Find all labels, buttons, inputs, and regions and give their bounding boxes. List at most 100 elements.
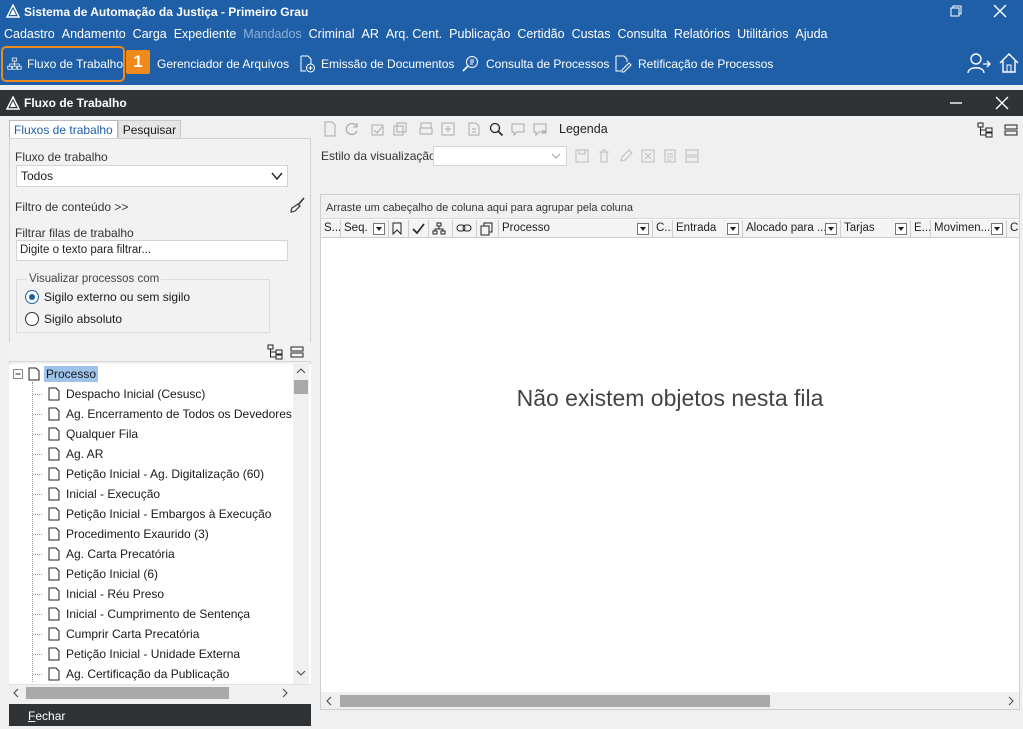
fechar-button[interactable]: Fechar [9, 704, 311, 726]
layout-icon[interactable] [681, 146, 703, 166]
delete-icon[interactable] [593, 146, 615, 166]
tab-pesquisar[interactable]: Pesquisar [117, 120, 182, 138]
legenda-button[interactable]: Legenda [559, 122, 608, 136]
scroll-up-icon[interactable] [296, 368, 306, 374]
tree-node-processo[interactable]: Processo [28, 364, 99, 384]
export-icon[interactable] [437, 119, 459, 139]
column-filter-dropdown[interactable] [895, 223, 907, 235]
tree-item[interactable]: Inicial - Cumprimento de Sentença [48, 604, 250, 624]
collapse-tree-icon[interactable] [1004, 123, 1018, 137]
tree-item[interactable]: Qualquer Fila [48, 424, 138, 444]
column-header-tarjas[interactable]: Tarjas [841, 220, 911, 238]
column-header-movimento[interactable]: Movimen... [931, 220, 1007, 238]
scroll-right-icon[interactable] [282, 688, 288, 698]
comment-icon[interactable] [507, 119, 529, 139]
tree-horizontal-scrollbar[interactable] [9, 684, 311, 700]
scroll-down-icon[interactable] [296, 670, 306, 676]
filtro-conteudo-link[interactable]: Filtro de conteúdo >> [15, 200, 128, 214]
estilo-visualizacao-select[interactable] [433, 146, 567, 166]
menu-criminal[interactable]: Criminal [309, 27, 355, 41]
tree-item[interactable]: Despacho Inicial (Cesusc) [48, 384, 205, 404]
column-header-processo[interactable]: Processo [499, 220, 653, 238]
tree-item[interactable]: Inicial - Réu Preso [48, 584, 164, 604]
remove-comment-icon[interactable] [529, 119, 551, 139]
menu-custas[interactable]: Custas [572, 27, 611, 41]
restore-window-button[interactable] [933, 0, 979, 22]
column-header-bookmark[interactable] [389, 220, 409, 238]
column-header-c[interactable]: C... [653, 220, 673, 238]
filtrar-filas-input[interactable]: Digite o texto para filtrar... [16, 240, 288, 261]
tree-item[interactable]: Procedimento Exaurido (3) [48, 524, 209, 544]
column-header-alocado[interactable]: Alocado para ... [743, 220, 841, 238]
column-filter-dropdown[interactable] [991, 223, 1003, 235]
tree-item[interactable]: Ag. Certificação da Publicação [48, 664, 229, 684]
fluxo-select[interactable]: Todos [16, 165, 288, 187]
user-switch-icon[interactable] [967, 52, 991, 74]
column-header-workflow[interactable] [429, 220, 453, 238]
menu-expediente[interactable]: Expediente [174, 27, 237, 41]
tree-item[interactable]: Petição Inicial (6) [48, 564, 158, 584]
menu-andamento[interactable]: Andamento [62, 27, 126, 41]
print-icon[interactable] [415, 119, 437, 139]
column-filter-dropdown[interactable] [373, 223, 385, 235]
menu-consulta[interactable]: Consulta [617, 27, 666, 41]
tree-vertical-scrollbar[interactable] [293, 364, 309, 684]
close-window-button[interactable] [977, 0, 1023, 22]
menu-arq-cent[interactable]: Arq. Cent. [386, 27, 442, 41]
column-header-e[interactable]: E... [911, 220, 931, 238]
menu-cadastro[interactable]: Cadastro [4, 27, 55, 41]
column-header-entrada[interactable]: Entrada [673, 220, 743, 238]
scroll-thumb[interactable] [294, 380, 308, 394]
menu-utilitarios[interactable]: Utilitários [737, 27, 788, 41]
fluxo-de-trabalho-button[interactable]: Fluxo de Trabalho [1, 46, 125, 82]
expand-tree-icon[interactable] [267, 344, 283, 360]
menu-publicacao[interactable]: Publicação [449, 27, 510, 41]
tree-item[interactable]: Ag. Encerramento de Todos os Devedores ( [48, 404, 299, 424]
refresh-icon[interactable] [341, 119, 363, 139]
history-icon[interactable] [463, 119, 485, 139]
pencil-icon[interactable] [615, 146, 637, 166]
menu-ar[interactable]: AR [362, 27, 379, 41]
menu-certidao[interactable]: Certidão [517, 27, 564, 41]
tree-item[interactable]: Inicial - Execução [48, 484, 160, 504]
scroll-thumb[interactable] [340, 695, 770, 707]
radio-sigilo-absoluto[interactable]: Sigilo absoluto [25, 312, 122, 326]
report-icon[interactable] [659, 146, 681, 166]
grid-horizontal-scrollbar[interactable] [321, 692, 1019, 709]
copy-icon[interactable] [389, 119, 411, 139]
tree-item[interactable]: Petição Inicial - Unidade Externa [48, 644, 240, 664]
column-header-seq[interactable]: Seq. [341, 220, 389, 238]
tree-item[interactable]: Petição Inicial - Ag. Digitalização (60) [48, 464, 264, 484]
retificacao-de-processos-button[interactable]: Retificação de Processos [613, 46, 773, 82]
column-header-s[interactable]: S... [321, 220, 341, 238]
move-queue-icon[interactable] [367, 119, 389, 139]
menu-relatorios[interactable]: Relatórios [674, 27, 730, 41]
column-header-copies[interactable] [477, 220, 499, 238]
column-filter-dropdown[interactable] [825, 223, 837, 235]
scroll-left-icon[interactable] [326, 696, 332, 706]
column-header-check[interactable] [409, 220, 429, 238]
scroll-left-icon[interactable] [13, 688, 19, 698]
minimize-icon[interactable] [950, 102, 962, 104]
column-header-link[interactable] [453, 220, 477, 238]
tree-item[interactable]: Ag. AR [48, 444, 103, 464]
consulta-de-processos-button[interactable]: Consulta de Processos [461, 46, 609, 82]
tree-item[interactable]: Ag. Carta Precatória [48, 544, 175, 564]
tree-item[interactable]: Cumprir Carta Precatória [48, 624, 199, 644]
collapse-tree-icon[interactable] [290, 345, 304, 359]
tree-collapse-toggle-icon[interactable] [13, 369, 23, 379]
gerenciador-de-arquivos-button[interactable]: Gerenciador de Arquivos [134, 46, 289, 82]
emissao-de-documentos-button[interactable]: Emissão de Documentos [298, 46, 454, 82]
column-header-c2[interactable]: C [1007, 220, 1019, 238]
tab-fluxos-de-trabalho[interactable]: Fluxos de trabalho [9, 120, 118, 138]
home-icon[interactable] [998, 52, 1020, 74]
close-document-icon[interactable] [995, 96, 1009, 110]
tree-item[interactable]: Petição Inicial - Embargos à Execução [48, 504, 271, 524]
search-document-icon[interactable] [485, 119, 507, 139]
clear-filter-brush-icon[interactable] [290, 197, 306, 213]
scroll-right-icon[interactable] [1008, 696, 1014, 706]
column-filter-dropdown[interactable] [637, 223, 649, 235]
expand-tree-icon[interactable] [977, 122, 993, 138]
scroll-thumb[interactable] [26, 687, 229, 699]
menu-ajuda[interactable]: Ajuda [796, 27, 828, 41]
